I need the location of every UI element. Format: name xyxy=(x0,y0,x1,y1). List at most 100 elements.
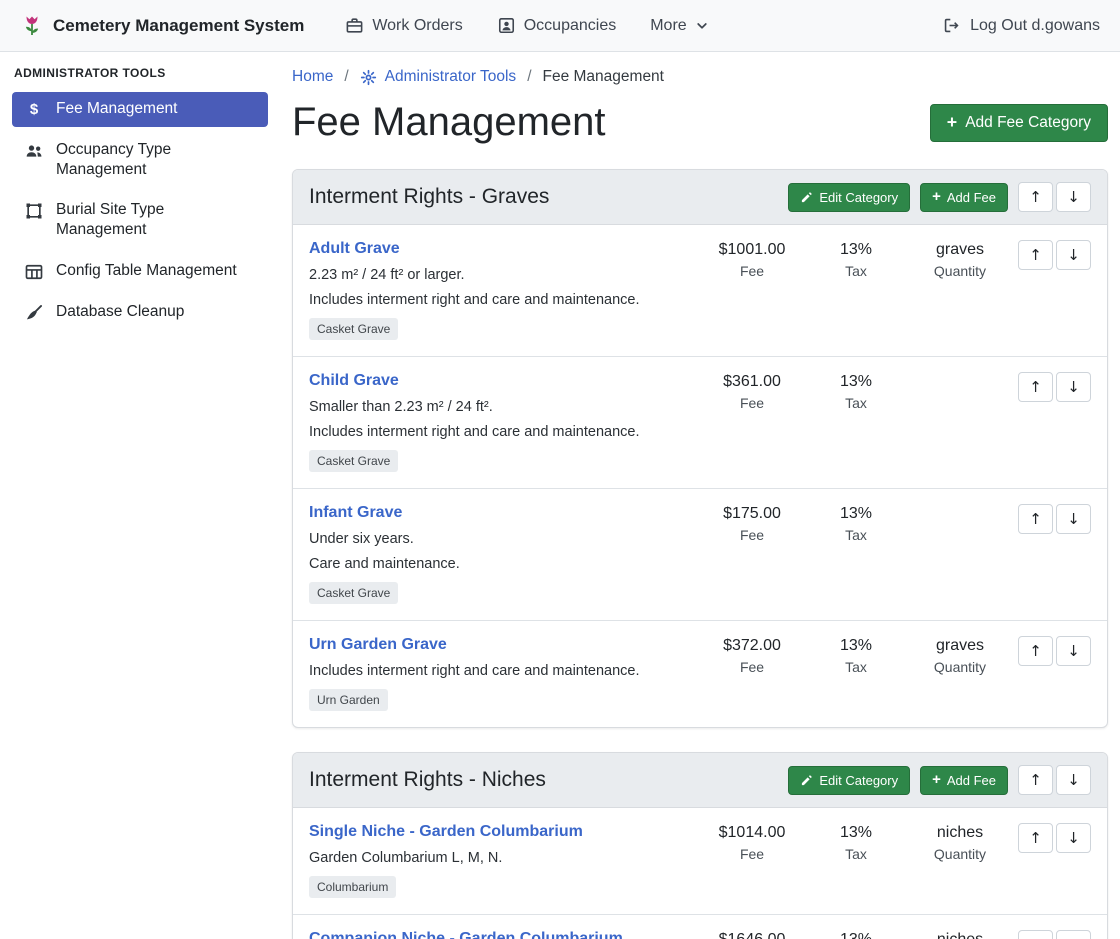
top-navbar: Cemetery Management System Work Orders xyxy=(0,0,1120,52)
fee-row: Urn Garden Grave Includes interment righ… xyxy=(293,621,1107,727)
fee-type-badge: Casket Grave xyxy=(309,582,398,604)
breadcrumb-administrator-tools[interactable]: Administrator Tools xyxy=(360,68,517,86)
button-label: Edit Category xyxy=(819,190,898,205)
nav-label: Work Orders xyxy=(372,17,462,35)
plus-icon: + xyxy=(932,190,941,205)
fee-type-badge: Urn Garden xyxy=(309,689,388,711)
fee-quantity-label: Quantity xyxy=(908,846,1012,862)
button-label: Add Fee Category xyxy=(965,114,1091,132)
move-fee-up-button[interactable]: ↑ xyxy=(1018,240,1053,270)
fee-row: Adult Grave 2.23 m² / 24 ft² or larger. I… xyxy=(293,225,1107,357)
category-body: Adult Grave 2.23 m² / 24 ft² or larger. I… xyxy=(293,225,1107,727)
fee-tax-col: 13% Tax xyxy=(804,930,908,939)
move-fee-down-button[interactable]: ↓ xyxy=(1056,823,1091,853)
move-fee-up-button[interactable]: ↑ xyxy=(1018,372,1053,402)
fee-tax: 13% xyxy=(804,373,908,391)
fee-tax-label: Tax xyxy=(804,263,908,279)
fee-name-link[interactable]: Adult Grave xyxy=(309,240,400,258)
fee-descriptions: Smaller than 2.23 m² / 24 ft². Includes i… xyxy=(309,399,690,440)
fee-description: Smaller than 2.23 m² / 24 ft². xyxy=(309,399,690,415)
edit-category-button[interactable]: Edit Category xyxy=(788,766,910,795)
logout-icon xyxy=(942,16,961,35)
fee-name-link[interactable]: Child Grave xyxy=(309,372,399,390)
fee-tax-label: Tax xyxy=(804,659,908,675)
fee-tax-label: Tax xyxy=(804,395,908,411)
brand-link[interactable]: Cemetery Management System xyxy=(20,14,304,38)
button-label: Edit Category xyxy=(819,773,898,788)
fee-quantity: graves xyxy=(908,637,1012,655)
fee-type-badge: Columbarium xyxy=(309,876,396,898)
breadcrumb-current: Fee Management xyxy=(543,68,665,86)
chevron-down-icon xyxy=(695,19,709,33)
sidebar-item-fee-management[interactable]: $ Fee Management xyxy=(12,92,268,127)
sidebar-item-occupancy-type-management[interactable]: Occupancy Type Management xyxy=(12,133,268,187)
fee-description: Includes interment right and care and ma… xyxy=(309,663,690,679)
fee-amount: $175.00 xyxy=(700,505,804,523)
fee-descriptions: 2.23 m² / 24 ft² or larger. Includes inte… xyxy=(309,267,690,308)
fee-quantity-label: Quantity xyxy=(908,263,1012,279)
fee-quantity-label: Quantity xyxy=(908,659,1012,675)
breadcrumb-home[interactable]: Home xyxy=(292,68,333,86)
fee-tax: 13% xyxy=(804,931,908,939)
fee-type-badge: Casket Grave xyxy=(309,450,398,472)
fee-description: Includes interment right and care and ma… xyxy=(309,292,690,308)
category-body: Single Niche - Garden Columbarium Garden… xyxy=(293,808,1107,939)
fee-category-card: Interment Rights - Graves Edit Category … xyxy=(292,169,1108,728)
move-fee-up-button[interactable]: ↑ xyxy=(1018,504,1053,534)
move-category-up-button[interactable]: ↑ xyxy=(1018,182,1053,212)
move-category-up-button[interactable]: ↑ xyxy=(1018,765,1053,795)
logout-label: Log Out d.gowans xyxy=(970,17,1100,35)
fee-name-link[interactable]: Infant Grave xyxy=(309,504,402,522)
logout-link[interactable]: Log Out d.gowans xyxy=(942,16,1100,35)
move-fee-up-button[interactable]: ↑ xyxy=(1018,930,1053,939)
fee-description: Includes interment right and care and ma… xyxy=(309,424,690,440)
fee-amount: $1646.00 xyxy=(700,931,804,939)
people-icon xyxy=(24,141,44,161)
gear-icon xyxy=(360,69,377,86)
sidebar-item-label: Database Cleanup xyxy=(56,302,184,322)
sidebar-item-label: Burial Site Type Management xyxy=(56,200,256,240)
sidebar-item-label: Occupancy Type Management xyxy=(56,140,256,180)
move-fee-up-button[interactable]: ↑ xyxy=(1018,636,1053,666)
fee-row: Infant Grave Under six years.Care and ma… xyxy=(293,489,1107,621)
fee-name-link[interactable]: Single Niche - Garden Columbarium xyxy=(309,823,583,841)
breadcrumb-separator: / xyxy=(344,68,348,86)
fee-tax-col: 13% Tax xyxy=(804,240,908,279)
fee-tax: 13% xyxy=(804,824,908,842)
sidebar-item-burial-site-type-management[interactable]: Burial Site Type Management xyxy=(12,193,268,247)
sidebar-heading: Administrator Tools xyxy=(0,66,280,80)
add-fee-button[interactable]: + Add Fee xyxy=(920,183,1008,212)
plus-icon: + xyxy=(932,773,941,788)
fee-descriptions: Includes interment right and care and ma… xyxy=(309,663,690,679)
edit-category-button[interactable]: Edit Category xyxy=(788,183,910,212)
nav-more[interactable]: More xyxy=(633,17,725,35)
nav-work-orders[interactable]: Work Orders xyxy=(328,16,479,35)
pencil-icon xyxy=(800,191,813,204)
move-fee-up-button[interactable]: ↑ xyxy=(1018,823,1053,853)
fee-amount-col: $372.00 Fee xyxy=(700,636,804,675)
sidebar-item-config-table-management[interactable]: Config Table Management xyxy=(12,254,268,289)
move-category-down-button[interactable]: ↓ xyxy=(1056,765,1091,795)
nav-occupancies[interactable]: Occupancies xyxy=(480,16,634,35)
move-category-down-button[interactable]: ↓ xyxy=(1056,182,1091,212)
fee-amount-label: Fee xyxy=(700,395,804,411)
fee-tax-label: Tax xyxy=(804,846,908,862)
sidebar-item-database-cleanup[interactable]: Database Cleanup xyxy=(12,295,268,330)
move-fee-down-button[interactable]: ↓ xyxy=(1056,504,1091,534)
move-fee-down-button[interactable]: ↓ xyxy=(1056,372,1091,402)
breadcrumb-label: Administrator Tools xyxy=(385,68,517,86)
fee-tax: 13% xyxy=(804,637,908,655)
fee-tax: 13% xyxy=(804,505,908,523)
move-fee-down-button[interactable]: ↓ xyxy=(1056,930,1091,939)
add-fee-category-button[interactable]: + Add Fee Category xyxy=(930,104,1108,142)
fee-description: Care and maintenance. xyxy=(309,556,690,572)
fee-amount-col: $1001.00 Fee xyxy=(700,240,804,279)
fee-amount: $1014.00 xyxy=(700,824,804,842)
fee-name-link[interactable]: Urn Garden Grave xyxy=(309,636,447,654)
move-fee-down-button[interactable]: ↓ xyxy=(1056,240,1091,270)
add-fee-button[interactable]: + Add Fee xyxy=(920,766,1008,795)
move-fee-down-button[interactable]: ↓ xyxy=(1056,636,1091,666)
fee-name-link[interactable]: Companion Niche - Garden Columbarium xyxy=(309,930,623,939)
fee-description: 2.23 m² / 24 ft² or larger. xyxy=(309,267,690,283)
fee-quantity-col: niches Quantity xyxy=(908,930,1012,939)
